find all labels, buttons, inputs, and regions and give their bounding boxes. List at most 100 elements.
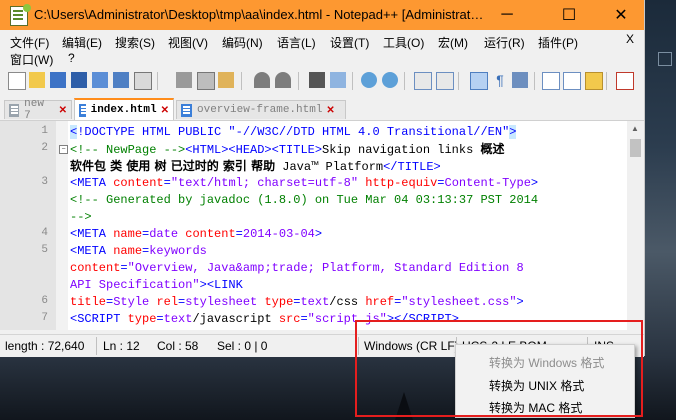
- print-icon[interactable]: [134, 72, 152, 90]
- tab-close-icon[interactable]: ✕: [161, 105, 169, 116]
- tab-close-icon[interactable]: ✕: [59, 105, 67, 116]
- line-number: 7: [41, 312, 48, 324]
- sync-vertical-icon[interactable]: [414, 72, 432, 90]
- code-line-3-wrap: <!-- Generated by javadoc (1.8.0) on Tue…: [70, 193, 539, 207]
- replace-icon[interactable]: [330, 72, 346, 88]
- menu-file[interactable]: 文件(F): [10, 34, 49, 51]
- code-line-2: <!-- NewPage --><HTML><HEAD><TITLE>Skip …: [70, 142, 505, 157]
- close-all-icon[interactable]: [113, 72, 129, 88]
- menu-run[interactable]: 运行(R): [484, 34, 525, 51]
- status-selection: Sel : 0 | 0: [217, 339, 268, 353]
- menu-tools[interactable]: 工具(O): [383, 34, 424, 51]
- file-icon: [9, 103, 20, 117]
- tab-label: index.html: [90, 104, 157, 116]
- copy-icon[interactable]: [197, 72, 215, 90]
- undo-icon[interactable]: [254, 72, 270, 88]
- toolbar-separator: [404, 72, 405, 90]
- menu-language[interactable]: 语言(L): [277, 34, 316, 51]
- close-icon[interactable]: [92, 72, 108, 88]
- code-line-2-wrap: 软件包 类 使用 树 已过时的 索引 帮助 Java™ Platform</TI…: [70, 159, 441, 174]
- editor[interactable]: 1 2 3 4 5 6 7 8 − <!DOCTYPE HTML PUBLIC …: [0, 121, 644, 330]
- fold-margin[interactable]: −: [56, 121, 68, 330]
- code-line-5: <META name=keywords: [70, 244, 207, 258]
- notepadpp-logo-icon: [10, 4, 31, 26]
- minimize-button[interactable]: ─: [484, 0, 530, 30]
- show-all-chars-icon[interactable]: ¶: [492, 72, 508, 88]
- doc-map-icon[interactable]: [542, 72, 560, 90]
- word-wrap-icon[interactable]: [470, 72, 488, 90]
- close-button[interactable]: ✕: [598, 0, 644, 30]
- menu-window[interactable]: 窗口(W): [10, 51, 53, 68]
- toolbar-separator: [606, 72, 607, 90]
- cut-icon[interactable]: [176, 72, 192, 88]
- toolbar-separator: [157, 72, 158, 90]
- open-file-icon[interactable]: [29, 72, 45, 88]
- convert-to-unix-item[interactable]: 转换为 UNIX 格式: [489, 377, 584, 394]
- desktop-icon[interactable]: [658, 52, 672, 66]
- convert-to-mac-item[interactable]: 转换为 MAC 格式: [489, 399, 582, 416]
- line-number: 5: [41, 244, 48, 256]
- menu-settings[interactable]: 设置(T): [330, 34, 369, 51]
- save-all-icon[interactable]: [71, 72, 87, 88]
- toolbar: ¶: [0, 67, 644, 95]
- menu-bar: 文件(F) 编辑(E) 搜索(S) 视图(V) 编码(N) 语言(L) 设置(T…: [0, 30, 644, 68]
- file-icon: [181, 103, 192, 117]
- status-line: Ln : 12: [103, 339, 140, 353]
- tab-overview-frame[interactable]: overview-frame.html ✕: [176, 100, 346, 119]
- toolbar-separator: [458, 72, 459, 90]
- menu-macro[interactable]: 宏(M): [438, 34, 468, 51]
- monitoring-icon[interactable]: [616, 72, 634, 90]
- tab-new-7[interactable]: new 7 ✕: [4, 98, 72, 122]
- notepadpp-window: C:\Users\Administrator\Desktop\tmp\aa\in…: [0, 0, 645, 357]
- menu-plugins[interactable]: 插件(P): [538, 34, 578, 51]
- menu-search[interactable]: 搜索(S): [115, 34, 155, 51]
- eol-context-menu: 转换为 Windows 格式 转换为 UNIX 格式 转换为 MAC 格式: [455, 344, 635, 418]
- redo-icon[interactable]: [275, 72, 291, 88]
- tab-label: new 7: [24, 98, 44, 122]
- status-length: length : 72,640: [5, 339, 85, 353]
- line-number: 6: [41, 295, 48, 307]
- save-icon[interactable]: [50, 72, 66, 88]
- function-list-icon[interactable]: [563, 72, 581, 90]
- zoom-out-icon[interactable]: [382, 72, 398, 88]
- code-line-5-wrap: content="Overview, Java&amp;trade; Platf…: [70, 261, 524, 275]
- scrollbar-thumb[interactable]: [630, 139, 641, 157]
- line-number: 4: [41, 227, 48, 239]
- code-line-6: title=Style rel=stylesheet type=text/css…: [70, 295, 524, 309]
- status-divider: [96, 337, 97, 355]
- line-number-gutter: 1 2 3 4 5 6 7 8: [0, 121, 56, 330]
- tab-close-icon[interactable]: ✕: [326, 105, 334, 116]
- zoom-in-icon[interactable]: [361, 72, 377, 88]
- window-title: C:\Users\Administrator\Desktop\tmp\aa\in…: [34, 7, 484, 22]
- indent-guide-icon[interactable]: [512, 72, 528, 88]
- menu-help[interactable]: ?: [68, 51, 75, 65]
- title-bar[interactable]: C:\Users\Administrator\Desktop\tmp\aa\in…: [0, 0, 644, 30]
- convert-to-windows-item: 转换为 Windows 格式: [489, 356, 605, 370]
- file-icon: [79, 103, 88, 117]
- status-divider: [358, 337, 359, 355]
- toolbar-separator: [534, 72, 535, 90]
- paste-icon[interactable]: [218, 72, 234, 88]
- maximize-button[interactable]: ☐: [546, 0, 592, 30]
- tab-index-html[interactable]: index.html ✕: [74, 98, 174, 120]
- folder-as-workspace-icon[interactable]: [585, 72, 603, 90]
- code-line-5-wrap-2: API Specification"><LINK: [70, 278, 243, 292]
- background-tree-silhouette: [395, 392, 413, 420]
- tab-label: overview-frame.html: [197, 104, 323, 116]
- status-eol[interactable]: Windows (CR LF): [364, 339, 459, 353]
- scroll-up-icon[interactable]: ▲: [631, 124, 639, 133]
- line-number: 3: [41, 176, 48, 188]
- find-icon[interactable]: [309, 72, 325, 88]
- status-col: Col : 58: [157, 339, 199, 353]
- new-file-icon[interactable]: [8, 72, 26, 90]
- vertical-scrollbar[interactable]: ▲: [627, 121, 644, 330]
- sync-horizontal-icon[interactable]: [436, 72, 454, 90]
- fold-toggle-icon[interactable]: −: [59, 145, 68, 154]
- menu-edit[interactable]: 编辑(E): [62, 34, 102, 51]
- toolbar-separator: [241, 72, 242, 90]
- code-line-3-wrap-2: -->: [70, 210, 92, 224]
- code-line-1: <!DOCTYPE HTML PUBLIC "-//W3C//DTD HTML …: [70, 125, 517, 139]
- menu-view[interactable]: 视图(V): [168, 34, 208, 51]
- menu-encoding[interactable]: 编码(N): [222, 34, 263, 51]
- menu-close-doc-button[interactable]: X: [626, 32, 634, 46]
